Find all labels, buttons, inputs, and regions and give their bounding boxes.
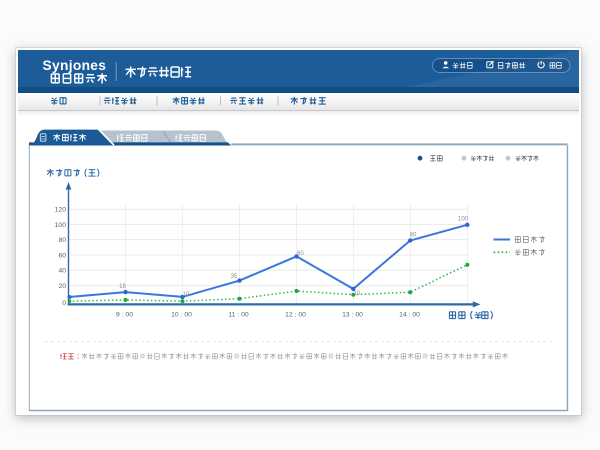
svg-text:10: 10: [183, 292, 190, 298]
svg-text:100: 100: [458, 217, 469, 223]
svg-text:20: 20: [58, 283, 66, 290]
svg-text:Synjones: Synjones: [43, 58, 107, 73]
svg-text:10 : 00: 10 : 00: [171, 312, 192, 319]
svg-text:0: 0: [62, 300, 66, 307]
svg-text:100: 100: [55, 222, 67, 229]
svg-text:80: 80: [58, 237, 66, 244]
svg-text:35: 35: [231, 274, 238, 280]
svg-text:60: 60: [297, 251, 304, 257]
svg-text:18: 18: [119, 284, 126, 290]
svg-text:11 : 00: 11 : 00: [228, 312, 249, 319]
svg-text:13 : 00: 13 : 00: [342, 312, 363, 319]
svg-text:9 : 00: 9 : 00: [116, 312, 133, 319]
svg-text:60: 60: [58, 252, 66, 259]
svg-text:10: 10: [353, 291, 360, 297]
svg-text:120: 120: [55, 207, 67, 214]
svg-text:80: 80: [410, 233, 417, 239]
svg-text:14 : 00: 14 : 00: [399, 312, 420, 319]
svg-text:40: 40: [58, 268, 66, 275]
svg-text:12 : 00: 12 : 00: [285, 312, 306, 319]
